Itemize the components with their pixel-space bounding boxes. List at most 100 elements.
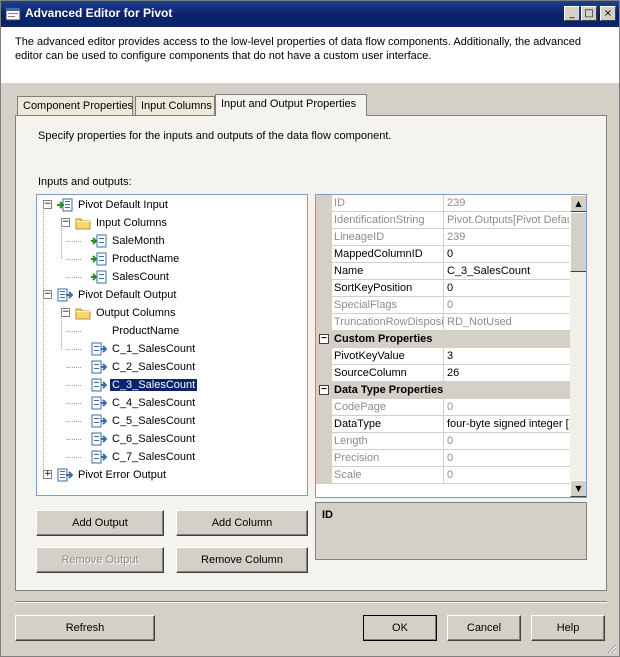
- scroll-thumb[interactable]: [570, 212, 586, 272]
- tree-node[interactable]: C_2_SalesCount: [91, 358, 197, 376]
- collapse-toggle[interactable]: −: [43, 290, 52, 299]
- property-row[interactable]: Name C_3_SalesCount: [316, 263, 570, 280]
- property-category-row[interactable]: − Data Type Properties: [316, 382, 570, 399]
- tree-node[interactable]: Input Columns: [75, 214, 169, 232]
- property-gutter: [316, 212, 332, 229]
- property-value[interactable]: 3: [445, 348, 570, 365]
- tree-node[interactable]: ProductName: [91, 322, 181, 340]
- ok-button[interactable]: OK: [363, 615, 437, 641]
- resize-grip-icon[interactable]: [605, 642, 617, 654]
- title-bar[interactable]: Advanced Editor for Pivot _ □ ×: [1, 1, 619, 27]
- tree-node[interactable]: C_5_SalesCount: [91, 412, 197, 430]
- property-grid-rows: ID 239 IdentificationString Pivot.Outputs[P…: [316, 195, 570, 497]
- collapse-toggle[interactable]: −: [43, 200, 52, 209]
- property-value[interactable]: 26: [445, 365, 570, 382]
- folder-icon: [75, 216, 91, 230]
- property-gutter: [316, 195, 332, 212]
- help-title: ID: [322, 509, 333, 521]
- property-value[interactable]: 0: [445, 280, 570, 297]
- collapse-toggle[interactable]: −: [61, 308, 70, 317]
- input-column-icon: [91, 270, 107, 284]
- property-category-row[interactable]: − Custom Properties: [316, 331, 570, 348]
- tree-node[interactable]: C_1_SalesCount: [91, 340, 197, 358]
- property-row[interactable]: SortKeyPosition 0: [316, 280, 570, 297]
- remove-output-button[interactable]: Remove Output: [36, 547, 164, 573]
- tree-node[interactable]: C_4_SalesCount: [91, 394, 197, 412]
- tree-node[interactable]: C_6_SalesCount: [91, 430, 197, 448]
- minimize-button[interactable]: _: [564, 6, 580, 21]
- cancel-button[interactable]: Cancel: [447, 615, 521, 641]
- add-column-button[interactable]: Add Column: [176, 510, 308, 536]
- property-row[interactable]: Length 0: [316, 433, 570, 450]
- property-row[interactable]: SourceColumn 26: [316, 365, 570, 382]
- property-name: Name: [332, 263, 444, 280]
- help-button[interactable]: Help: [531, 615, 605, 641]
- output-column-icon: [91, 378, 108, 392]
- property-row[interactable]: PivotKeyValue 3: [316, 348, 570, 365]
- property-name: SortKeyPosition: [332, 280, 444, 297]
- tree-connector: [67, 367, 81, 368]
- property-row[interactable]: TruncationRowDispositionRD_NotUsed: [316, 314, 570, 331]
- property-grid-scrollbar[interactable]: ▲ ▼: [570, 195, 586, 497]
- property-name: CodePage: [332, 399, 444, 416]
- property-value: 239: [447, 197, 466, 209]
- window-title: Advanced Editor for Pivot: [25, 6, 173, 20]
- remove-column-button[interactable]: Remove Column: [176, 547, 308, 573]
- close-button[interactable]: ×: [600, 6, 616, 21]
- property-row[interactable]: Scale 0: [316, 467, 570, 484]
- property-help-pane: ID: [315, 502, 587, 560]
- property-value: 0: [447, 401, 454, 413]
- tree-node-label: C_5_SalesCount: [112, 415, 196, 428]
- add-output-button[interactable]: Add Output: [36, 510, 164, 536]
- tree-node[interactable]: Output Columns: [75, 304, 177, 322]
- property-row[interactable]: Precision 0: [316, 450, 570, 467]
- collapse-toggle[interactable]: −: [61, 218, 70, 227]
- scroll-up-button[interactable]: ▲: [570, 195, 586, 212]
- property-value[interactable]: C_3_SalesCount: [445, 263, 570, 280]
- property-row[interactable]: MappedColumnID 0: [316, 246, 570, 263]
- input-icon: [57, 198, 73, 212]
- tree-node-label: C_4_SalesCount: [112, 397, 196, 410]
- refresh-button[interactable]: Refresh: [15, 615, 155, 641]
- category-collapse-toggle[interactable]: −: [319, 334, 329, 344]
- tree-node[interactable]: SalesCount: [91, 268, 171, 286]
- tree-connector: [67, 259, 81, 260]
- tree-node[interactable]: Pivot Default Input: [57, 196, 170, 214]
- tree-node[interactable]: C_7_SalesCount: [91, 448, 197, 466]
- property-gutter: [316, 365, 332, 382]
- tree-node[interactable]: ProductName: [91, 250, 181, 268]
- property-value: RD_NotUsed: [447, 316, 512, 328]
- tab-component-properties[interactable]: Component Properties: [17, 96, 133, 116]
- tree-node[interactable]: Pivot Default Output: [57, 286, 178, 304]
- folder-icon: [75, 306, 91, 320]
- property-row[interactable]: LineageID 239: [316, 229, 570, 246]
- scroll-down-button[interactable]: ▼: [570, 480, 586, 497]
- output-icon: [57, 288, 74, 302]
- property-grid[interactable]: ID 239 IdentificationString Pivot.Outputs[P…: [315, 194, 587, 498]
- property-value[interactable]: 0: [445, 246, 570, 263]
- property-row[interactable]: IdentificationString Pivot.Outputs[Pivot …: [316, 212, 570, 229]
- maximize-button[interactable]: □: [581, 6, 597, 21]
- property-value[interactable]: four-byte signed integer [: [445, 416, 570, 433]
- tree-node-label: Pivot Default Output: [78, 289, 177, 302]
- inputs-outputs-tree[interactable]: − Pivot Default Input − Input Columns SaleMo…: [36, 194, 308, 496]
- property-row[interactable]: ID 239: [316, 195, 570, 212]
- tree-connector: [67, 385, 81, 386]
- property-gutter: [316, 314, 332, 331]
- tree-connector: [67, 277, 81, 278]
- tree-node-label: Input Columns: [96, 217, 167, 230]
- tab-input-output-properties[interactable]: Input and Output Properties: [215, 94, 367, 116]
- tab-input-columns[interactable]: Input Columns: [135, 96, 215, 116]
- category-collapse-toggle[interactable]: −: [319, 385, 329, 395]
- tree-node[interactable]: SaleMonth: [91, 232, 167, 250]
- property-row[interactable]: DataType four-byte signed integer [: [316, 416, 570, 433]
- tree-node[interactable]: Pivot Error Output: [57, 466, 168, 484]
- tree-node[interactable]: C_3_SalesCount: [91, 376, 199, 394]
- tree-connector: [61, 223, 62, 259]
- property-row[interactable]: CodePage 0: [316, 399, 570, 416]
- tree-node-label: C_3_SalesCount: [108, 378, 199, 393]
- property-category-label: Data Type Properties: [334, 384, 444, 396]
- property-row[interactable]: SpecialFlags 0: [316, 297, 570, 314]
- expand-toggle[interactable]: +: [43, 470, 52, 479]
- output-icon: [57, 468, 74, 482]
